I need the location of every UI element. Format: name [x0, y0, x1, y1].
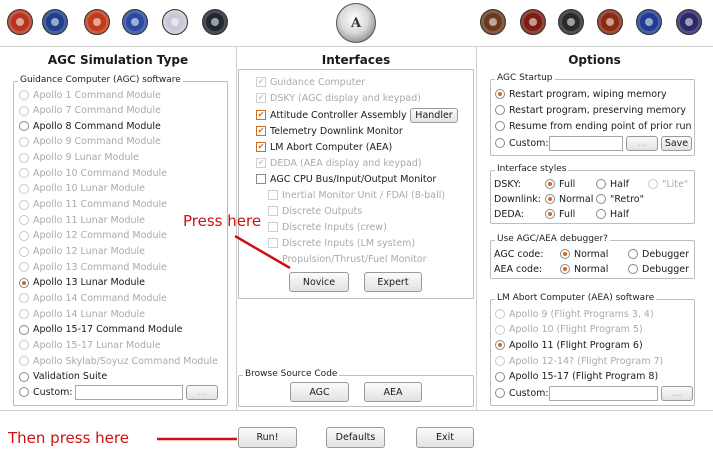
press-here-arrow — [234, 234, 291, 270]
annotation-arrows — [157, 234, 291, 441]
then-press-here-annotation: Then press here — [8, 429, 129, 447]
